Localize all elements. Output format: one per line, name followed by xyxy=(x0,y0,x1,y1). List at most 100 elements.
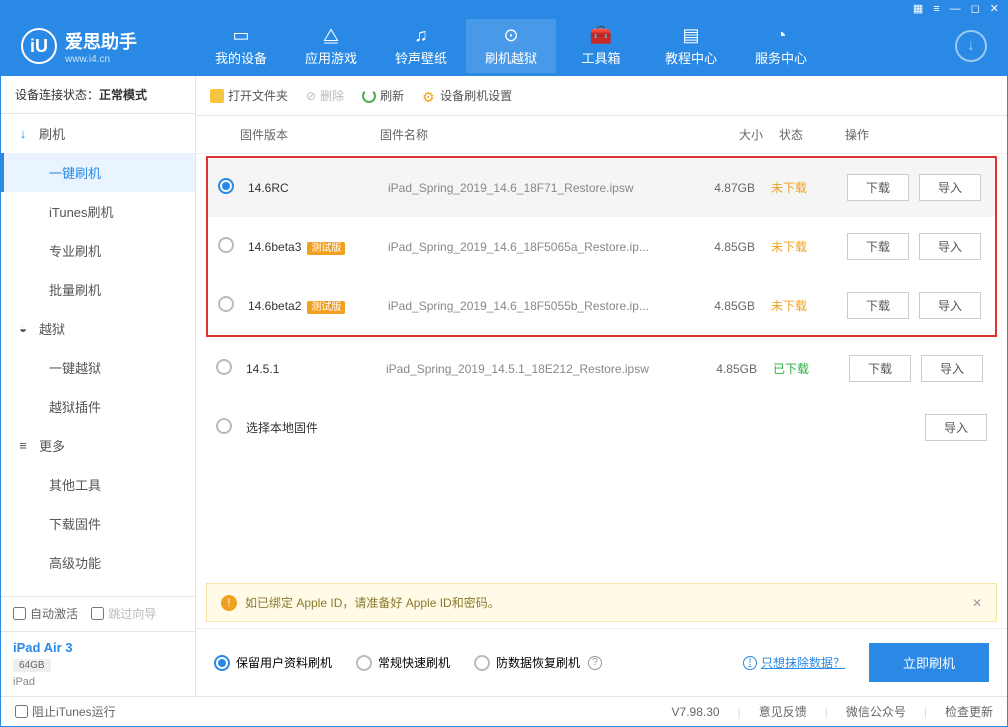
sidebar-item-advanced[interactable]: 高级功能 xyxy=(1,543,195,582)
table-row[interactable]: 14.6beta2测试版 iPad_Spring_2019_14.6_18F50… xyxy=(208,276,995,335)
phone-icon: ▭ xyxy=(196,25,286,46)
col-version: 固件版本 xyxy=(240,126,380,143)
nav-ringtones[interactable]: ♫铃声壁纸 xyxy=(376,19,466,73)
nav-tutorials[interactable]: ▤教程中心 xyxy=(646,19,736,73)
check-update-link[interactable]: 检查更新 xyxy=(945,703,993,720)
nav-apps[interactable]: ⧋应用游戏 xyxy=(286,19,376,73)
flash-now-button[interactable]: 立即刷机 xyxy=(869,643,989,682)
music-icon: ♫ xyxy=(376,25,466,46)
menu-icon[interactable]: ≡ xyxy=(933,3,939,15)
download-button[interactable]: 下载 xyxy=(849,355,911,382)
nav-my-device[interactable]: ▭我的设备 xyxy=(196,19,286,73)
download-button[interactable]: 下载 xyxy=(847,174,909,201)
sidebar-item-other-tools[interactable]: 其他工具 xyxy=(1,465,195,504)
toolbar: 打开文件夹 ⊘删除 刷新 ⚙设备刷机设置 xyxy=(196,76,1007,116)
block-itunes-checkbox[interactable]: 阻止iTunes运行 xyxy=(15,703,116,720)
wechat-link[interactable]: 微信公众号 xyxy=(846,703,906,720)
close-icon[interactable]: ✕ xyxy=(990,2,999,15)
skip-guide-checkbox[interactable]: 跳过向导 xyxy=(91,605,156,622)
radio[interactable] xyxy=(216,418,232,434)
connection-status: 设备连接状态：正常模式 xyxy=(1,76,195,114)
highlighted-group: 14.6RC iPad_Spring_2019_14.6_18F71_Resto… xyxy=(206,156,997,337)
import-button[interactable]: 导入 xyxy=(921,355,983,382)
import-button[interactable]: 导入 xyxy=(919,174,981,201)
toolbox-icon: 🧰 xyxy=(556,25,646,46)
delete-icon: ⊘ xyxy=(306,89,316,103)
mode-keep-data[interactable]: 保留用户资料刷机 xyxy=(214,654,332,671)
radio xyxy=(356,655,372,671)
help-icon[interactable]: ? xyxy=(588,656,602,670)
sidebar: 设备连接状态：正常模式 ↓刷机 一键刷机 iTunes刷机 专业刷机 批量刷机 … xyxy=(1,76,196,696)
radio-selected xyxy=(214,655,230,671)
sidebar-group-flash[interactable]: ↓刷机 xyxy=(1,114,195,153)
sidebar-item-oneclick-flash[interactable]: 一键刷机 xyxy=(1,153,195,192)
sidebar-group-jailbreak[interactable]: ◒越狱 xyxy=(1,309,195,348)
import-button[interactable]: 导入 xyxy=(925,414,987,441)
logo[interactable]: iU 爱思助手 www.i4.cn xyxy=(21,28,196,65)
flash-mode-row: 保留用户资料刷机 常规快速刷机 防数据恢复刷机? !只想抹除数据？ 立即刷机 xyxy=(196,628,1007,696)
refresh-button[interactable]: 刷新 xyxy=(362,87,404,104)
shield-icon: ◒ xyxy=(15,321,31,336)
notice-close-icon[interactable]: ✕ xyxy=(972,596,982,610)
sidebar-item-download-fw[interactable]: 下载固件 xyxy=(1,504,195,543)
radio[interactable] xyxy=(218,237,234,253)
nav-flash[interactable]: ⊙刷机越狱 xyxy=(466,19,556,73)
brand-name: 爱思助手 xyxy=(65,32,137,52)
device-info[interactable]: iPad Air 3 64GB iPad xyxy=(1,631,195,696)
download-button[interactable]: 下载 xyxy=(847,292,909,319)
col-size: 大小 xyxy=(693,126,763,143)
version-label: V7.98.30 xyxy=(672,705,720,719)
sidebar-list: ↓刷机 一键刷机 iTunes刷机 专业刷机 批量刷机 ◒越狱 一键越狱 越狱插… xyxy=(1,114,195,596)
sidebar-group-more[interactable]: ≡更多 xyxy=(1,426,195,465)
firmware-rows: 14.6RC iPad_Spring_2019_14.6_18F71_Resto… xyxy=(196,154,1007,457)
col-status: 状态 xyxy=(763,126,833,143)
settings-button[interactable]: ⚙设备刷机设置 xyxy=(422,87,512,104)
erase-data-link[interactable]: !只想抹除数据？ xyxy=(741,654,845,671)
minimize-icon[interactable]: — xyxy=(950,3,961,15)
auto-activate-checkbox[interactable]: 自动激活 xyxy=(13,605,78,622)
radio-selected[interactable] xyxy=(218,178,234,194)
download-button[interactable]: 下载 xyxy=(847,233,909,260)
sidebar-item-oneclick-jb[interactable]: 一键越狱 xyxy=(1,348,195,387)
table-row[interactable]: 14.6RC iPad_Spring_2019_14.6_18F71_Resto… xyxy=(208,158,995,217)
main-nav: ▭我的设备 ⧋应用游戏 ♫铃声壁纸 ⊙刷机越狱 🧰工具箱 ▤教程中心 ◔服务中心 xyxy=(196,19,935,73)
delete-button: ⊘删除 xyxy=(306,87,344,104)
col-ops: 操作 xyxy=(833,126,993,143)
nav-tools[interactable]: 🧰工具箱 xyxy=(556,19,646,73)
device-name: iPad Air 3 xyxy=(13,640,183,655)
main-panel: 打开文件夹 ⊘删除 刷新 ⚙设备刷机设置 固件版本 固件名称 大小 状态 操作 … xyxy=(196,76,1007,696)
sidebar-options: 自动激活 跳过向导 xyxy=(1,596,195,631)
mode-recover[interactable]: 防数据恢复刷机? xyxy=(474,654,602,671)
grid-icon[interactable]: ▦ xyxy=(913,2,923,15)
sidebar-item-jb-plugins[interactable]: 越狱插件 xyxy=(1,387,195,426)
window-titlebar: ▦ ≡ — ◻ ✕ xyxy=(1,1,1007,16)
refresh-icon xyxy=(362,89,376,103)
open-folder-button[interactable]: 打开文件夹 xyxy=(210,87,288,104)
sidebar-item-batch-flash[interactable]: 批量刷机 xyxy=(1,270,195,309)
radio[interactable] xyxy=(218,296,234,312)
feedback-link[interactable]: 意见反馈 xyxy=(759,703,807,720)
download-manager-icon[interactable]: ↓ xyxy=(955,30,987,62)
nav-service[interactable]: ◔服务中心 xyxy=(736,19,826,73)
device-type: iPad xyxy=(13,676,183,688)
mode-normal[interactable]: 常规快速刷机 xyxy=(356,654,450,671)
sidebar-item-pro-flash[interactable]: 专业刷机 xyxy=(1,231,195,270)
table-row[interactable]: 14.6beta3测试版 iPad_Spring_2019_14.6_18F50… xyxy=(208,217,995,276)
gear-icon: ⚙ xyxy=(422,89,436,103)
app-icon: ⧋ xyxy=(286,25,376,46)
status-bar: 阻止iTunes运行 V7.98.30 | 意见反馈 | 微信公众号 | 检查更… xyxy=(1,696,1007,726)
folder-icon xyxy=(210,89,224,103)
key-icon: ⊙ xyxy=(466,25,556,46)
maximize-icon[interactable]: ◻ xyxy=(971,2,980,15)
import-button[interactable]: 导入 xyxy=(919,292,981,319)
import-button[interactable]: 导入 xyxy=(919,233,981,260)
table-row[interactable]: 14.5.1 iPad_Spring_2019_14.5.1_18E212_Re… xyxy=(200,339,1003,398)
app-header: iU 爱思助手 www.i4.cn ▭我的设备 ⧋应用游戏 ♫铃声壁纸 ⊙刷机越… xyxy=(1,16,1007,76)
flash-icon: ↓ xyxy=(15,126,31,141)
sidebar-item-itunes-flash[interactable]: iTunes刷机 xyxy=(1,192,195,231)
radio[interactable] xyxy=(216,359,232,375)
radio xyxy=(474,655,490,671)
local-firmware-row[interactable]: 选择本地固件 导入 xyxy=(200,398,1003,457)
table-header: 固件版本 固件名称 大小 状态 操作 xyxy=(196,116,1007,154)
warning-icon: ! xyxy=(221,595,237,611)
